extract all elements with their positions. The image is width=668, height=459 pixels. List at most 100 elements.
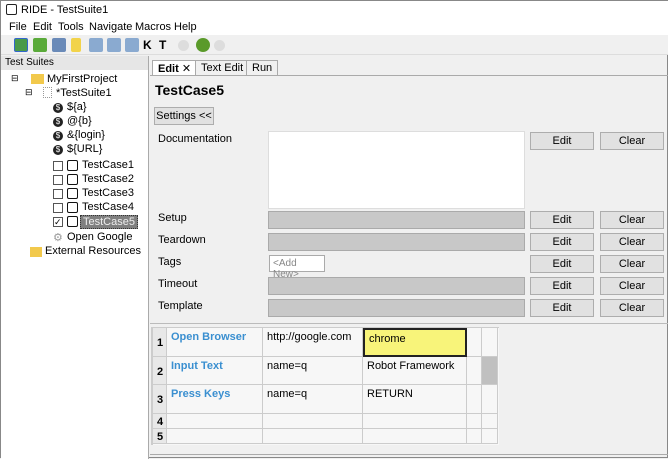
- tags-clear-button[interactable]: Clear: [600, 255, 664, 273]
- tags-label: Tags: [158, 256, 182, 268]
- paste-icon[interactable]: [125, 38, 139, 52]
- timeout-field[interactable]: [268, 277, 525, 295]
- grid-cell[interactable]: http://google.com: [263, 328, 363, 357]
- settings-bug-icon[interactable]: [196, 38, 210, 52]
- grid-cell[interactable]: [482, 414, 498, 429]
- tree-variable[interactable]: &{login}: [67, 129, 105, 141]
- grid-cell[interactable]: [263, 429, 363, 444]
- teardown-field[interactable]: [268, 233, 525, 251]
- save-all-icon[interactable]: [89, 38, 103, 52]
- tree-testcase[interactable]: TestCase1: [82, 159, 134, 171]
- tab-text-edit[interactable]: Text Edit: [195, 60, 250, 75]
- template-clear-button[interactable]: Clear: [600, 299, 664, 317]
- testcase-checkbox[interactable]: [53, 203, 63, 213]
- tab-label: Edit: [158, 63, 179, 75]
- testcase-checkbox[interactable]: [53, 175, 63, 185]
- grid-cell[interactable]: [482, 385, 498, 414]
- testcase-icon: [67, 160, 78, 171]
- close-icon[interactable]: ✕: [182, 63, 191, 75]
- menu-file[interactable]: File: [9, 21, 27, 33]
- setup-field[interactable]: [268, 211, 525, 229]
- tags-edit-button[interactable]: Edit: [530, 255, 594, 273]
- grid-cell[interactable]: Robot Framework: [363, 357, 467, 385]
- tree-suite[interactable]: *TestSuite1: [56, 87, 112, 99]
- grid-cell[interactable]: [167, 414, 263, 429]
- resources-icon[interactable]: [71, 38, 81, 52]
- grid-cell[interactable]: [482, 429, 498, 444]
- grid-scrollbar[interactable]: [482, 357, 498, 385]
- menu-tools[interactable]: Tools: [58, 21, 84, 33]
- grid-cell[interactable]: Input Text: [167, 357, 263, 385]
- setup-label: Setup: [158, 212, 187, 224]
- row-number: 1: [153, 328, 167, 357]
- template-field[interactable]: [268, 299, 525, 317]
- grid-cell[interactable]: [467, 429, 482, 444]
- documentation-clear-button[interactable]: Clear: [600, 132, 664, 150]
- setup-edit-button[interactable]: Edit: [530, 211, 594, 229]
- grid-cell[interactable]: [467, 328, 482, 357]
- tree-variable[interactable]: ${URL}: [67, 143, 102, 155]
- settings-toggle-button[interactable]: Settings <<: [154, 107, 214, 125]
- grid-cell[interactable]: [467, 357, 482, 385]
- testcase-checkbox-checked[interactable]: ✓: [53, 217, 63, 227]
- grid-cell[interactable]: name=q: [263, 357, 363, 385]
- open-suite-icon[interactable]: [14, 38, 28, 52]
- grid-cell-selected[interactable]: chrome: [363, 328, 467, 357]
- menu-help[interactable]: Help: [174, 21, 197, 33]
- teardown-edit-button[interactable]: Edit: [530, 233, 594, 251]
- tree-project[interactable]: MyFirstProject: [47, 73, 117, 85]
- grid-cell[interactable]: [167, 429, 263, 444]
- grid-cell[interactable]: Press Keys: [167, 385, 263, 414]
- grid-cell[interactable]: name=q: [263, 385, 363, 414]
- external-resources-icon: [30, 247, 42, 257]
- testcase-checkbox[interactable]: [53, 189, 63, 199]
- tree-keyword[interactable]: Open Google: [67, 231, 132, 243]
- menu-macros[interactable]: Macros: [135, 21, 171, 33]
- tree-variable[interactable]: ${a}: [67, 101, 87, 113]
- grid-cell[interactable]: [363, 429, 467, 444]
- grid-cell[interactable]: [467, 414, 482, 429]
- copy-icon[interactable]: [107, 38, 121, 52]
- testcase-checkbox[interactable]: [53, 161, 63, 171]
- divider: [150, 454, 668, 455]
- save-icon[interactable]: [52, 38, 66, 52]
- gear-icon: ⚙: [53, 232, 63, 244]
- test-search-icon[interactable]: T: [159, 38, 173, 52]
- open-directory-icon[interactable]: [33, 38, 47, 52]
- tree-variable[interactable]: @{b}: [67, 115, 92, 127]
- menu-edit[interactable]: Edit: [33, 21, 52, 33]
- tab-edit[interactable]: Edit ✕: [152, 60, 198, 75]
- tree-testcase-selected[interactable]: TestCase5: [80, 215, 138, 229]
- grid-cell[interactable]: [467, 385, 482, 414]
- grid-cell[interactable]: [482, 328, 498, 357]
- tree-external-resources[interactable]: External Resources: [45, 245, 141, 257]
- tree-header: Test Suites: [1, 56, 148, 70]
- teardown-clear-button[interactable]: Clear: [600, 233, 664, 251]
- grid-cell[interactable]: RETURN: [363, 385, 467, 414]
- menu-bar: File Edit Tools Navigate Macros Help: [1, 19, 668, 35]
- title-bar: RIDE - TestSuite1: [1, 1, 668, 19]
- keyword-search-icon[interactable]: K: [143, 38, 157, 52]
- menu-navigate[interactable]: Navigate: [89, 21, 132, 33]
- grid-cell[interactable]: Open Browser: [167, 328, 263, 357]
- add-tag-input[interactable]: <Add New>: [269, 255, 325, 280]
- grid-cell[interactable]: [263, 414, 363, 429]
- tree-testcase[interactable]: TestCase4: [82, 201, 134, 213]
- tree-testcase[interactable]: TestCase3: [82, 187, 134, 199]
- row-number: 5: [153, 429, 167, 444]
- folder-icon: [31, 74, 44, 84]
- documentation-field[interactable]: [268, 131, 525, 209]
- collapse-icon[interactable]: ⊟: [25, 87, 33, 98]
- timeout-clear-button[interactable]: Clear: [600, 277, 664, 295]
- testcase-icon: [67, 188, 78, 199]
- documentation-edit-button[interactable]: Edit: [530, 132, 594, 150]
- setup-clear-button[interactable]: Clear: [600, 211, 664, 229]
- tree-testcase[interactable]: TestCase2: [82, 173, 134, 185]
- stop-icon[interactable]: [214, 40, 225, 51]
- run-icon[interactable]: [178, 40, 189, 51]
- timeout-edit-button[interactable]: Edit: [530, 277, 594, 295]
- tab-run[interactable]: Run: [246, 60, 279, 75]
- grid-cell[interactable]: [363, 414, 467, 429]
- template-edit-button[interactable]: Edit: [530, 299, 594, 317]
- collapse-icon[interactable]: ⊟: [11, 73, 19, 84]
